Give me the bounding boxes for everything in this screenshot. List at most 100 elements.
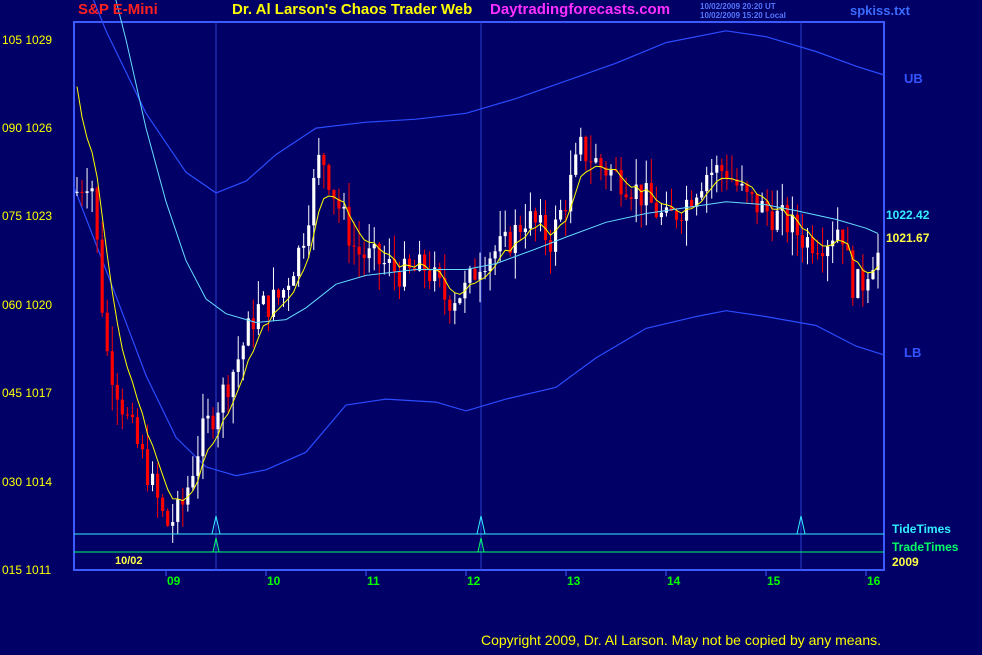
candle-body-106 (609, 170, 613, 176)
candle-body-122 (690, 199, 694, 207)
lower-band-label: LB (904, 345, 922, 360)
candle-body-92 (538, 215, 543, 223)
candle-body-79 (473, 268, 477, 280)
candle-body-116 (659, 212, 663, 218)
x-tick-label: 10 (267, 574, 281, 588)
candle-body-148 (821, 253, 825, 257)
candle-body-32 (236, 359, 240, 372)
candle-body-70 (428, 270, 432, 282)
candle-body-142 (790, 214, 794, 233)
last-yellow-value: 1021.67 (886, 231, 930, 245)
candle-body-108 (619, 170, 623, 195)
timestamp-ut: 10/02/2009 20:20 UT (700, 2, 776, 11)
candle-body-127 (715, 165, 719, 173)
candle-body-40 (276, 289, 281, 298)
site-link[interactable]: Daytradingforecasts.com (490, 2, 670, 17)
candle-body-91 (533, 211, 538, 223)
candle-body-17 (161, 497, 165, 511)
candle-body-3 (90, 188, 94, 192)
y-tick-label: 105 1029 (2, 32, 53, 47)
candle-body-28 (216, 412, 220, 430)
candle-body-55 (352, 245, 356, 247)
candle-body-38 (266, 295, 271, 317)
candle-body-155 (856, 269, 860, 298)
candle-body-74 (448, 299, 452, 311)
candle-body-24 (196, 456, 200, 476)
x-tick-label: 13 (567, 574, 581, 588)
candle-body-151 (836, 229, 840, 241)
candle-body-81 (483, 271, 487, 273)
y-tick-label: 015 1011 (2, 563, 52, 577)
candle-body-90 (528, 211, 532, 229)
fast-ma-line (76, 86, 879, 502)
candle-body-49 (322, 154, 326, 166)
candle-body-78 (468, 268, 472, 283)
candle-body-129 (725, 171, 729, 179)
candle-body-69 (423, 254, 427, 271)
candle-body-53 (342, 206, 346, 209)
y-tick-label: 045 1017 (2, 386, 53, 401)
candle-body-19 (171, 522, 175, 526)
candle-body-156 (861, 269, 865, 291)
candle-body-135 (755, 194, 759, 213)
upper-band-label: UB (904, 71, 923, 86)
x-tick-label: 11 (367, 574, 380, 588)
candle-body-58 (367, 248, 371, 259)
candle-body-1 (80, 191, 84, 193)
candle-body-126 (710, 172, 714, 175)
candle-body-85 (503, 231, 507, 237)
candle-body-88 (518, 224, 522, 233)
x-tick-label: 15 (767, 574, 781, 588)
x-tick-label: 14 (667, 574, 681, 588)
candle-body-8 (115, 384, 119, 400)
candle-body-119 (674, 210, 679, 220)
candle-body-99 (574, 154, 578, 175)
candle-body-56 (357, 246, 361, 255)
instrument-title: S&P E-Mini (78, 1, 158, 18)
candle-body-96 (559, 209, 563, 220)
candle-body-84 (498, 236, 502, 252)
candle-body-47 (312, 177, 316, 226)
candle-body-132 (740, 183, 744, 186)
candle-body-14 (145, 449, 150, 486)
candle-body-157 (866, 279, 870, 291)
page-title: Dr. Al Larson's Chaos Trader Web (232, 1, 473, 18)
candle-body-134 (750, 191, 754, 195)
candle-body-62 (387, 259, 391, 263)
candle-body-15 (150, 473, 155, 486)
candle-body-11 (130, 414, 134, 418)
candle-body-45 (302, 245, 306, 248)
candle-body-9 (120, 399, 124, 415)
candle-body-94 (548, 240, 553, 252)
y-tick-label: 090 1026 (2, 121, 53, 136)
candle-body-124 (700, 191, 704, 198)
candle-body-146 (810, 237, 815, 254)
candle-body-5 (100, 239, 104, 313)
y-tick-label: 060 1020 (2, 297, 53, 312)
candle-body-87 (513, 224, 517, 254)
candle-body-64 (397, 271, 401, 287)
candle-body-20 (176, 499, 180, 523)
candle-body-80 (478, 271, 482, 280)
candle-body-103 (594, 158, 598, 163)
candle-body-34 (246, 318, 250, 346)
candle-body-128 (720, 165, 724, 172)
candle-body-4 (95, 188, 99, 240)
candle-body-145 (805, 237, 810, 248)
candle-body-30 (226, 384, 230, 398)
candle-body-147 (815, 253, 820, 255)
upper-band-line (92, 0, 885, 194)
candle-body-36 (256, 304, 260, 330)
candle-body-144 (800, 235, 805, 248)
candle-body-10 (125, 414, 129, 416)
candle-body-83 (493, 251, 497, 259)
candle-body-0 (75, 191, 79, 193)
candle-body-23 (191, 475, 195, 488)
candle-body-109 (624, 194, 628, 198)
candle-body-97 (564, 209, 568, 212)
candle-body-29 (221, 384, 225, 413)
candle-body-139 (775, 210, 779, 230)
candle-body-143 (795, 214, 799, 236)
chart-stage: S&P E-Mini Dr. Al Larson's Chaos Trader … (0, 0, 982, 650)
candle-body-89 (523, 228, 527, 233)
